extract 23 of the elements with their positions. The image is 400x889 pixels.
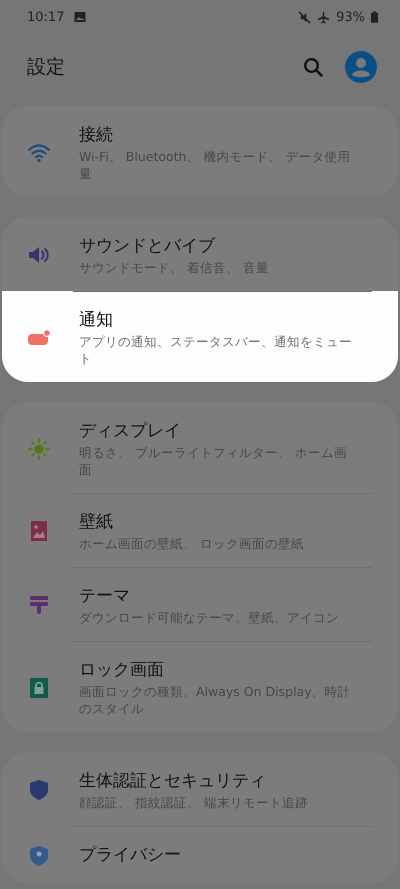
item-title: プライバシー xyxy=(79,844,182,867)
item-title: ディスプレイ xyxy=(79,420,182,443)
settings-item[interactable]: プライバシー xyxy=(2,826,398,883)
item-title: テーマ xyxy=(79,585,131,608)
item-title: 接続 xyxy=(79,124,114,147)
shield-icon xyxy=(27,778,51,802)
mute-icon xyxy=(298,10,312,24)
status-time: 10:17 xyxy=(27,10,64,24)
search-icon[interactable] xyxy=(303,57,323,77)
settings-item[interactable]: 通知 アプリの通知、ステータスバー、通知をミュート xyxy=(2,291,398,382)
item-title: ロック画面 xyxy=(79,659,165,682)
battery-icon xyxy=(371,11,378,23)
item-subtitle: アプリの通知、ステータスバー、通知をミュート xyxy=(79,333,353,367)
item-title: 通知 xyxy=(79,309,114,332)
sun-icon xyxy=(27,436,51,460)
image-icon xyxy=(74,11,86,23)
item-title: サウンドとバイブ xyxy=(79,235,216,258)
item-title: 生体認証とセキュリティ xyxy=(79,770,267,793)
battery-percent: 93% xyxy=(336,10,365,24)
item-title: 壁紙 xyxy=(79,511,114,534)
airplane-icon xyxy=(317,10,330,24)
page-title: 設定 xyxy=(27,55,66,80)
lock-icon xyxy=(27,676,51,700)
